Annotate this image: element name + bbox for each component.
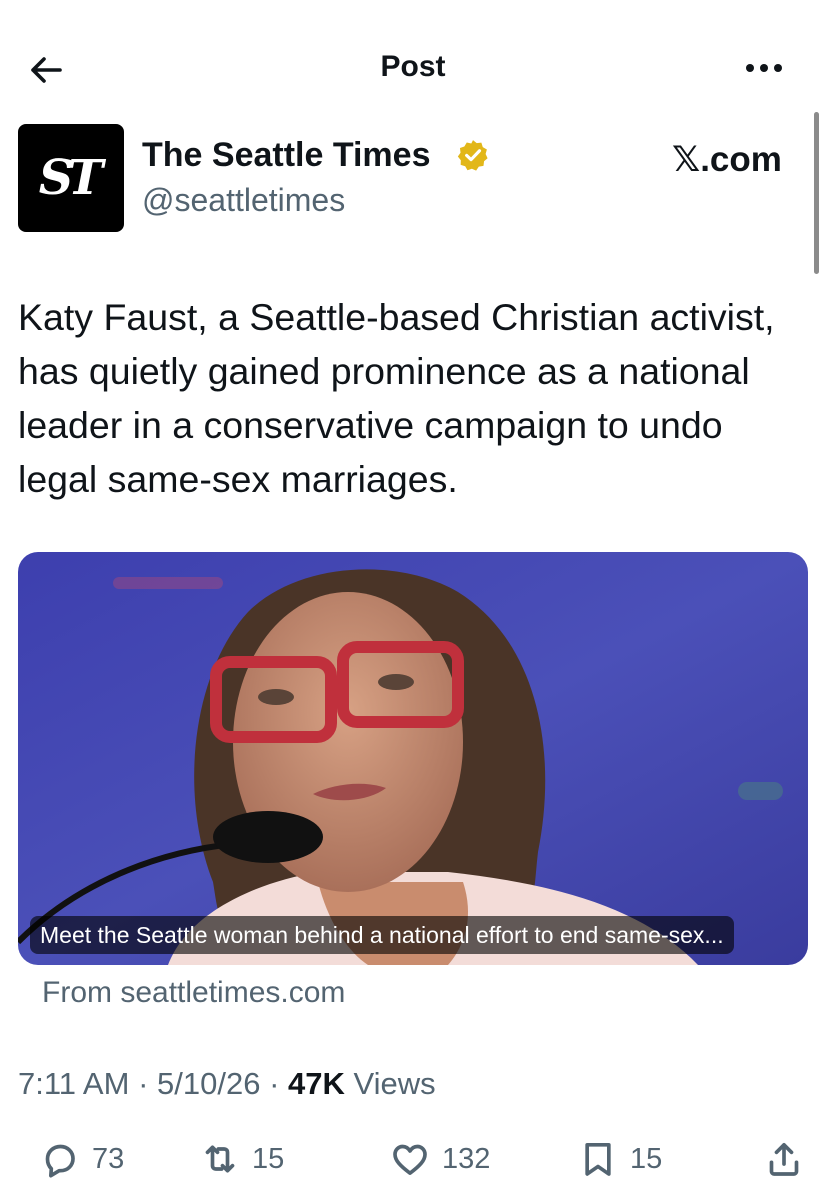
separator: · xyxy=(138,1066,149,1101)
more-options-icon[interactable] xyxy=(742,50,786,86)
post-meta: 7:11 AM · 5/10/26 · 47K Views xyxy=(18,1066,436,1102)
avatar[interactable]: ST xyxy=(18,124,124,232)
link-card-image[interactable] xyxy=(18,552,808,965)
heart-icon xyxy=(393,1144,427,1175)
post-time: 7:11 AM xyxy=(18,1066,130,1101)
repost-count: 15 xyxy=(252,1142,285,1175)
scrollbar[interactable] xyxy=(814,112,819,274)
page-title: Post xyxy=(380,50,446,83)
link-card-caption: Meet the Seattle woman behind a national… xyxy=(30,916,734,954)
repost-button[interactable]: 15 xyxy=(200,1136,284,1182)
separator: · xyxy=(269,1066,280,1101)
share-icon xyxy=(769,1143,799,1176)
article-photo xyxy=(18,552,808,965)
reply-button[interactable]: 73 xyxy=(40,1136,124,1182)
like-button[interactable]: 132 xyxy=(390,1136,490,1182)
bookmark-count: 15 xyxy=(630,1142,663,1175)
repost-icon xyxy=(205,1145,235,1173)
post-text: Katy Faust, a Seattle-based Christian ac… xyxy=(18,296,775,500)
reply-count: 73 xyxy=(92,1142,125,1175)
post-date: 5/10/26 xyxy=(157,1066,261,1101)
verified-badge-icon xyxy=(457,140,488,171)
like-count: 132 xyxy=(442,1142,491,1175)
author-handle[interactable]: @seattletimes xyxy=(142,182,345,219)
bookmark-icon xyxy=(585,1143,611,1176)
x-com-watermark: 𝕏.com xyxy=(672,140,782,179)
share-button[interactable] xyxy=(764,1136,804,1182)
views-count: 47K xyxy=(288,1066,345,1101)
views-label: Views xyxy=(353,1066,436,1101)
bookmark-button[interactable]: 15 xyxy=(578,1136,662,1182)
link-source[interactable]: From seattletimes.com xyxy=(42,976,345,1010)
author-name[interactable]: The Seattle Times xyxy=(142,136,431,175)
avatar-logo: ST xyxy=(38,150,103,206)
reply-icon xyxy=(45,1144,75,1178)
